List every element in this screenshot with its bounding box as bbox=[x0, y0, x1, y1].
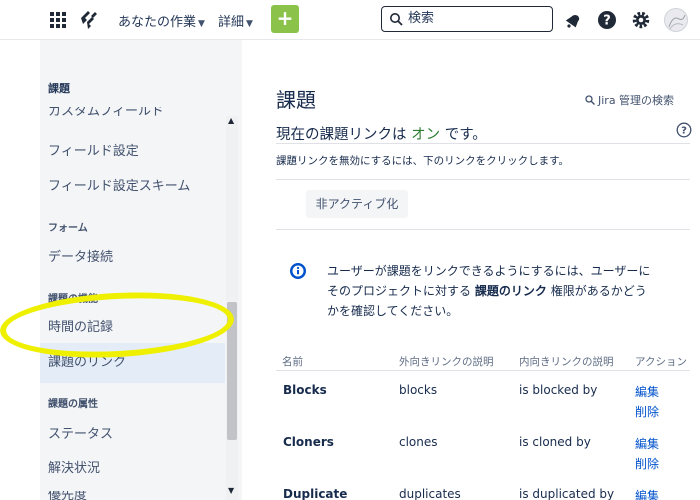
scroll-up-arrow-icon[interactable]: ▲ bbox=[228, 116, 234, 125]
admin-search-label: Jira 管理の検索 bbox=[598, 94, 675, 107]
jira-logo-icon[interactable] bbox=[78, 9, 100, 31]
table-cell-name: Cloners bbox=[283, 435, 334, 449]
page-title: 課題 bbox=[276, 88, 316, 112]
table-cell-name: Blocks bbox=[283, 383, 327, 397]
app-switcher-icon[interactable] bbox=[50, 12, 66, 28]
status-prefix: 現在の課題リンクは bbox=[276, 127, 407, 143]
profile-avatar[interactable] bbox=[664, 8, 688, 32]
divider bbox=[276, 229, 690, 230]
column-header-outward: 外向きリンクの説明 bbox=[399, 356, 494, 368]
info-line-2-suffix: 権限があるかどう bbox=[550, 284, 647, 298]
column-header-actions: アクション bbox=[635, 356, 687, 368]
more-label: 詳細 bbox=[218, 15, 245, 30]
permission-info-message: ユーザーが課題をリンクできるようにするには、ユーザーに そのプロジェクトに対する… bbox=[327, 261, 657, 321]
scroll-down-arrow-icon[interactable]: ▼ bbox=[228, 486, 234, 495]
sidebar-group-forms: フォーム bbox=[48, 223, 88, 234]
delete-link[interactable]: 削除 bbox=[635, 403, 659, 420]
sidebar-item-field-configuration-schemes[interactable]: フィールド設定スキーム bbox=[48, 175, 190, 194]
delete-link[interactable]: 削除 bbox=[635, 455, 659, 472]
divider bbox=[276, 143, 690, 144]
search-input[interactable] bbox=[408, 9, 548, 28]
column-header-inward: 内向きリンクの説明 bbox=[519, 356, 614, 368]
sidebar-item-statuses[interactable]: ステータス bbox=[48, 423, 113, 442]
sidebar-heading: 課題 bbox=[48, 82, 70, 95]
info-line-2: そのプロジェクトに対する 課題のリンク 権限があるかどう bbox=[327, 281, 657, 301]
search-icon bbox=[585, 95, 595, 105]
issue-linking-status: 現在の課題リンクは オン です。 bbox=[276, 123, 487, 144]
info-icon bbox=[290, 263, 306, 279]
table-cell-inward: is cloned by bbox=[519, 435, 591, 449]
status-suffix: です。 bbox=[444, 127, 487, 143]
chevron-down-icon: ▼ bbox=[198, 19, 205, 29]
avatar-image-icon bbox=[668, 14, 686, 30]
sidebar-item-data-connections[interactable]: データ接続 bbox=[48, 246, 113, 265]
edit-link[interactable]: 編集 bbox=[635, 383, 659, 400]
sidebar-item-priorities[interactable]: 優先度 bbox=[48, 491, 87, 500]
table-cell-inward: is duplicated by bbox=[519, 487, 615, 500]
info-line-1: ユーザーが課題をリンクできるようにするには、ユーザーに bbox=[327, 264, 651, 278]
question-circle-icon[interactable]: ? bbox=[676, 122, 692, 138]
svg-text:?: ? bbox=[681, 126, 687, 137]
info-line-2-prefix: そのプロジェクトに対する bbox=[327, 284, 472, 298]
table-cell-outward: blocks bbox=[399, 383, 438, 397]
table-cell-outward: duplicates bbox=[399, 487, 461, 500]
table-cell-name: Duplicate bbox=[283, 487, 348, 500]
table-header-divider bbox=[276, 370, 690, 371]
create-button[interactable]: + bbox=[271, 5, 299, 33]
search-box[interactable] bbox=[381, 6, 553, 32]
search-icon bbox=[390, 13, 403, 26]
deactivate-description: 課題リンクを無効にするには、下のリンクをクリックします。 bbox=[276, 155, 570, 167]
chevron-down-icon: ▼ bbox=[246, 19, 253, 29]
status-on-badge: オン bbox=[411, 127, 441, 143]
table-cell-inward: is blocked by bbox=[519, 383, 598, 397]
jira-admin-search-link[interactable]: Jira 管理の検索 bbox=[585, 92, 674, 108]
your-work-menu[interactable]: あなたの作業 ▼ bbox=[118, 11, 205, 30]
edit-link[interactable]: 編集 bbox=[635, 487, 659, 500]
table-cell-outward: clones bbox=[399, 435, 438, 449]
edit-link[interactable]: 編集 bbox=[635, 435, 659, 452]
sidebar-item-field-configurations[interactable]: フィールド設定 bbox=[48, 140, 139, 159]
help-icon[interactable]: ? bbox=[596, 9, 618, 31]
sidebar-item-custom-fields[interactable]: カスタムフィールド bbox=[48, 107, 164, 117]
divider bbox=[276, 179, 690, 180]
svg-text:?: ? bbox=[603, 14, 611, 29]
info-line-3: かを確認してください。 bbox=[327, 304, 459, 318]
column-header-name: 名前 bbox=[282, 356, 303, 368]
more-menu[interactable]: 詳細 ▼ bbox=[218, 11, 253, 30]
sidebar-item-resolutions[interactable]: 解決状況 bbox=[48, 457, 100, 476]
settings-icon[interactable] bbox=[630, 9, 652, 31]
deactivate-button[interactable]: 非アクティブ化 bbox=[306, 190, 408, 218]
your-work-label: あなたの作業 bbox=[118, 15, 197, 30]
top-navigation-bar: あなたの作業▼ 詳細▼ + ? bbox=[0, 0, 700, 40]
notifications-icon[interactable] bbox=[562, 9, 584, 31]
admin-sidebar: 課題 カスタムフィールド フィールド設定 フィールド設定スキーム フォーム デー… bbox=[40, 40, 242, 500]
issue-linking-permission-term: 課題のリンク bbox=[474, 284, 547, 298]
sidebar-group-issue-attributes: 課題の属性 bbox=[48, 399, 98, 410]
